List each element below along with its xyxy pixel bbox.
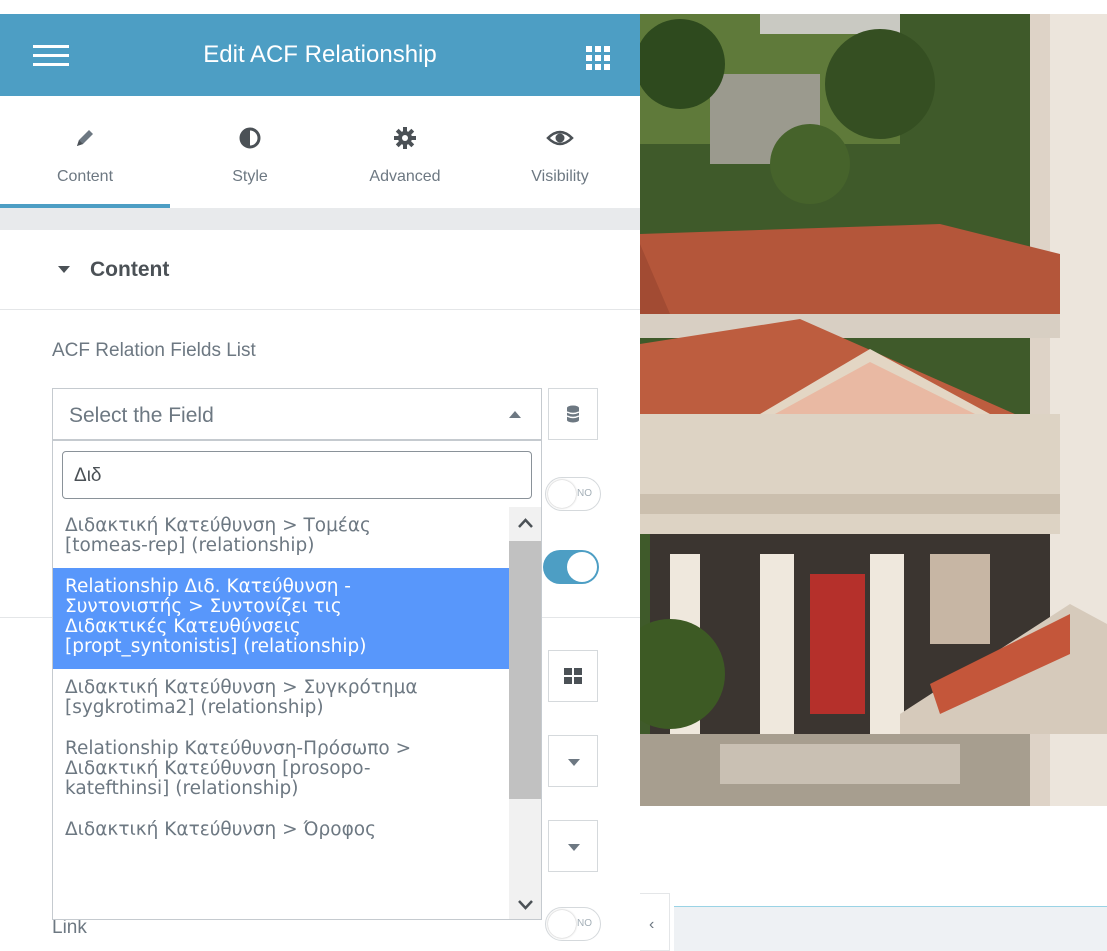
- option-line: Relationship Κατεύθυνση-Πρόσωπο >: [65, 738, 412, 759]
- pencil-icon: [0, 126, 170, 150]
- toggle-off-label: NO: [577, 488, 592, 499]
- option-line: [tomeas-rep] (relationship): [65, 535, 315, 556]
- collapse-panel-button[interactable]: ‹: [640, 893, 670, 951]
- dropdown-option[interactable]: Διδακτική Κατεύθυνση > Συγκρότημα [sygkro…: [53, 669, 509, 730]
- section-content-header[interactable]: Content: [0, 230, 640, 310]
- toggle-knob: [548, 910, 576, 938]
- database-icon: [566, 405, 580, 423]
- tab-style-label: Style: [232, 168, 268, 185]
- tab-advanced[interactable]: Advanced: [330, 96, 480, 208]
- search-query: Διδ: [74, 465, 102, 486]
- select-dropdown: Διδ Διδακτική Κατεύθυνση > Τομέας [tomeas…: [52, 440, 542, 920]
- caret-down-icon: [58, 266, 70, 273]
- dynamic-tags-button[interactable]: [548, 388, 598, 440]
- option-line: Διδακτικές Κατευθύνσεις: [65, 616, 301, 637]
- toggle-knob: [548, 480, 576, 508]
- option-line: [sygkrotima2] (relationship): [65, 697, 324, 718]
- caret-down-icon: [568, 844, 580, 851]
- option-line: Relationship Διδ. Κατεύθυνση -: [65, 576, 351, 597]
- gear-icon: [330, 126, 480, 150]
- preview-bottom-bar: [674, 906, 1107, 951]
- panel-header: Edit ACF Relationship: [0, 14, 640, 96]
- dropdown-option[interactable]: Relationship Κατεύθυνση-Πρόσωπο > Διδακτι…: [53, 730, 509, 811]
- field-select[interactable]: Select the Field: [52, 388, 542, 440]
- dropdown-option[interactable]: Διδακτική Κατεύθυνση > Τομέας [tomeas-rep…: [53, 507, 509, 568]
- select-dropdown-button[interactable]: [548, 735, 598, 787]
- field-label: ACF Relation Fields List: [52, 340, 256, 361]
- scroll-down-icon[interactable]: [509, 889, 542, 919]
- toggle-switch-on[interactable]: [543, 550, 599, 584]
- half-circle-icon: [170, 126, 330, 150]
- select-value: Select the Field: [69, 404, 214, 427]
- caret-down-icon: [568, 759, 580, 766]
- section-title: Content: [90, 258, 170, 281]
- eye-icon: [480, 126, 640, 150]
- option-line: Διδακτική Κατεύθυνση [prosopo-: [65, 758, 371, 779]
- scrollbar-thumb[interactable]: [509, 541, 541, 799]
- separator-bar: [0, 208, 640, 230]
- option-line: Διδακτική Κατεύθυνση > Συγκρότημα: [65, 677, 418, 698]
- preview-area: ‹: [640, 0, 1107, 951]
- option-line: [propt_syntonistis] (relationship): [65, 636, 367, 657]
- university-building-photo: [640, 14, 1107, 806]
- option-line: Διδακτική Κατεύθυνση > Όροφος: [65, 819, 376, 840]
- dropdown-option[interactable]: Διδακτική Κατεύθυνση > Όροφος: [53, 811, 509, 852]
- tab-advanced-label: Advanced: [369, 168, 441, 185]
- panel-tabs: Content Style Advanced Visibility: [0, 96, 640, 208]
- editor-panel: Edit ACF Relationship Content Style Adva…: [0, 0, 640, 951]
- option-line: katefthinsi] (relationship): [65, 778, 299, 799]
- layout-grid-button[interactable]: [548, 650, 598, 702]
- select-dropdown-button[interactable]: [548, 820, 598, 872]
- tab-content[interactable]: Content: [0, 96, 170, 208]
- link-toggle[interactable]: NO: [545, 907, 601, 941]
- tab-content-label: Content: [56, 168, 114, 185]
- dropdown-option[interactable]: Relationship Διδ. Κατεύθυνση - Συντονιστή…: [53, 568, 509, 669]
- grid-icon[interactable]: [586, 46, 610, 70]
- tab-visibility-label: Visibility: [531, 168, 589, 185]
- toggle-switch[interactable]: NO: [545, 477, 601, 511]
- dropdown-scrollbar[interactable]: [509, 507, 542, 919]
- options-list: Διδακτική Κατεύθυνση > Τομέας [tomeas-rep…: [53, 507, 509, 852]
- option-line: Συντονιστής > Συντονίζει τις: [65, 596, 342, 617]
- grid-icon: [564, 668, 582, 684]
- link-label: Link: [52, 917, 87, 938]
- dropdown-search-input[interactable]: Διδ: [62, 451, 532, 499]
- tab-style[interactable]: Style: [170, 96, 330, 208]
- chevron-left-icon: ‹: [649, 916, 655, 933]
- panel-title: Edit ACF Relationship: [203, 41, 437, 68]
- caret-up-icon: [509, 411, 521, 418]
- option-line: Διδακτική Κατεύθυνση > Τομέας: [65, 515, 371, 536]
- toggle-off-label: NO: [577, 918, 592, 929]
- scroll-up-icon[interactable]: [509, 509, 542, 539]
- toggle-knob: [567, 552, 597, 582]
- tab-visibility[interactable]: Visibility: [480, 96, 640, 208]
